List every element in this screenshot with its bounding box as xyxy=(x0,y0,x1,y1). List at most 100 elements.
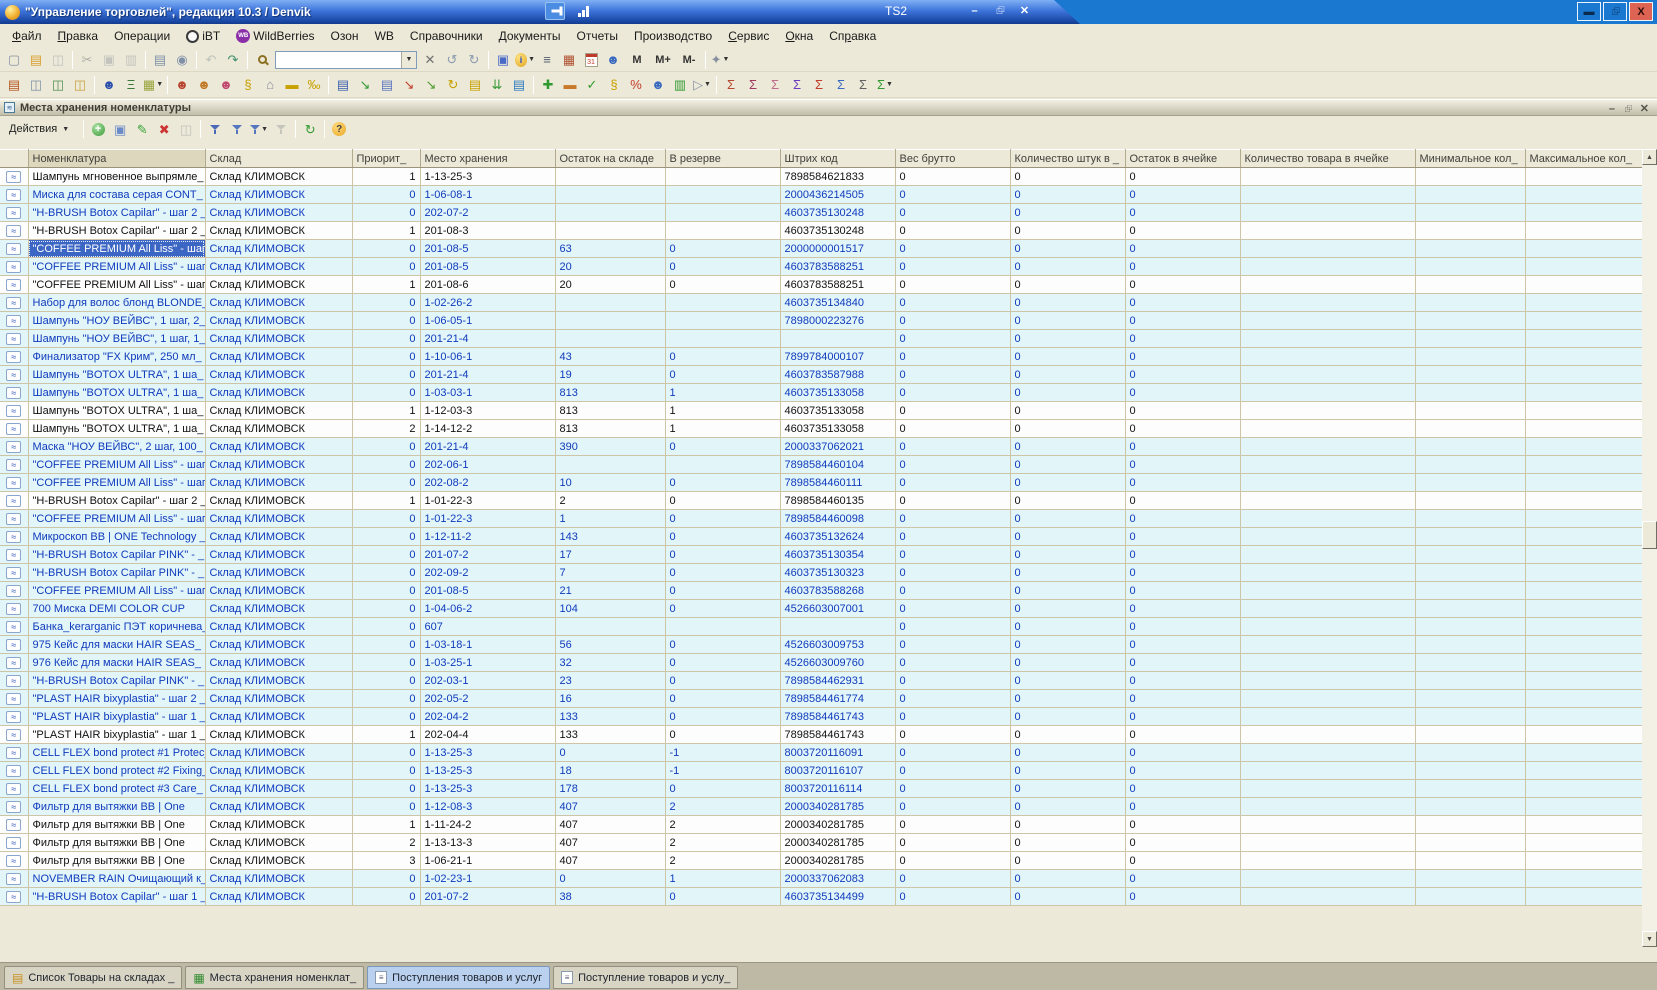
cell-reserve[interactable]: -1 xyxy=(665,744,780,762)
menu-item-wildberries[interactable]: WBWildBerries xyxy=(228,26,322,46)
cell-location[interactable]: 1-01-22-3 xyxy=(420,510,555,528)
cell-reserve[interactable]: 2 xyxy=(665,834,780,852)
cash-register-button[interactable]: ▦▼ xyxy=(142,75,164,95)
cell-reserve[interactable] xyxy=(665,294,780,312)
cell-cell_stock[interactable]: 0 xyxy=(1125,348,1240,366)
cell-name[interactable]: "H-BRUSH Botox Capilar PINK" - _ xyxy=(28,564,205,582)
cell-barcode[interactable] xyxy=(780,330,895,348)
cell-gross[interactable]: 0 xyxy=(895,510,1010,528)
cell-barcode[interactable]: 4603735130248 xyxy=(780,204,895,222)
cell-location[interactable]: 202-04-2 xyxy=(420,708,555,726)
coins-column-button[interactable]: § xyxy=(603,75,625,95)
report-sigma-8-button[interactable]: Σ▼ xyxy=(874,75,896,95)
table-row[interactable]: ≈Фильтр для вытяжки BB | OneСклад КЛИМОВ… xyxy=(0,852,1642,870)
cell-priority[interactable]: 0 xyxy=(352,690,420,708)
cell-barcode[interactable]: 4603735132624 xyxy=(780,528,895,546)
cell-barcode[interactable]: 7898584621833 xyxy=(780,168,895,186)
cell-stock[interactable]: 0 xyxy=(555,870,665,888)
cell-priority[interactable]: 0 xyxy=(352,528,420,546)
cell-max_qty[interactable] xyxy=(1525,492,1642,510)
calendar-button[interactable]: 31 xyxy=(580,50,602,70)
cell-pieces[interactable]: 0 xyxy=(1010,492,1125,510)
cell-pieces[interactable]: 0 xyxy=(1010,294,1125,312)
cell-priority[interactable]: 0 xyxy=(352,888,420,906)
edit-button[interactable]: ✎ xyxy=(131,119,153,139)
cell-max_qty[interactable] xyxy=(1525,780,1642,798)
cell-barcode[interactable]: 4603735133058 xyxy=(780,420,895,438)
cell-barcode[interactable]: 7898584462931 xyxy=(780,672,895,690)
kkm-report-button[interactable]: ◫ xyxy=(47,75,69,95)
cell-stock[interactable]: 133 xyxy=(555,726,665,744)
cell-max_qty[interactable] xyxy=(1525,402,1642,420)
cell-min_qty[interactable] xyxy=(1415,510,1525,528)
table-row[interactable]: ≈Банка_kerarganic ПЭТ коричнева_Склад КЛ… xyxy=(0,618,1642,636)
cell-cell_stock[interactable]: 0 xyxy=(1125,492,1240,510)
cell-location[interactable]: 1-14-12-2 xyxy=(420,420,555,438)
cell-name[interactable]: "COFFEE PREMIUM All Liss" - шаг_ xyxy=(28,456,205,474)
cell-reserve[interactable] xyxy=(665,204,780,222)
cell-pieces[interactable]: 0 xyxy=(1010,474,1125,492)
bank-button[interactable]: ⌂ xyxy=(259,75,281,95)
cell-priority[interactable]: 1 xyxy=(352,168,420,186)
column-header-pieces[interactable]: Количество штук в _ xyxy=(1010,150,1125,168)
cell-cell_stock[interactable]: 0 xyxy=(1125,438,1240,456)
cell-cell_qty[interactable] xyxy=(1240,438,1415,456)
open-file-button[interactable]: ▤ xyxy=(25,50,47,70)
cell-gross[interactable]: 0 xyxy=(895,240,1010,258)
cell-reserve[interactable]: 0 xyxy=(665,258,780,276)
cell-name[interactable]: "COFFEE PREMIUM All Liss" - шаг_ xyxy=(28,276,205,294)
cell-priority[interactable]: 0 xyxy=(352,654,420,672)
cell-location[interactable]: 1-06-08-1 xyxy=(420,186,555,204)
record-icon-cell[interactable]: ≈ xyxy=(0,384,28,402)
cell-gross[interactable]: 0 xyxy=(895,834,1010,852)
cell-location[interactable]: 201-08-6 xyxy=(420,276,555,294)
record-icon-cell[interactable]: ≈ xyxy=(0,528,28,546)
cell-name[interactable]: Фильтр для вытяжки BB | One xyxy=(28,852,205,870)
cell-location[interactable]: 1-06-21-1 xyxy=(420,852,555,870)
cell-name[interactable]: Шампунь "BOTOX ULTRA", 1 ша_ xyxy=(28,402,205,420)
table-row[interactable]: ≈Шампунь "BOTOX ULTRA", 1 ша_Склад КЛИМО… xyxy=(0,402,1642,420)
record-icon-cell[interactable]: ≈ xyxy=(0,366,28,384)
cell-barcode[interactable]: 7898584461743 xyxy=(780,726,895,744)
cell-gross[interactable]: 0 xyxy=(895,384,1010,402)
table-row[interactable]: ≈"COFFEE PREMIUM All Liss" - шаг_Склад К… xyxy=(0,456,1642,474)
cell-warehouse[interactable]: Склад КЛИМОВСК xyxy=(205,330,352,348)
cell-location[interactable]: 607 xyxy=(420,618,555,636)
cell-barcode[interactable]: 4526603007001 xyxy=(780,600,895,618)
cell-max_qty[interactable] xyxy=(1525,456,1642,474)
cell-cell_stock[interactable]: 0 xyxy=(1125,384,1240,402)
cell-gross[interactable]: 0 xyxy=(895,564,1010,582)
cell-barcode[interactable]: 2000337062083 xyxy=(780,870,895,888)
cell-location[interactable]: 201-08-5 xyxy=(420,258,555,276)
cell-cell_stock[interactable]: 0 xyxy=(1125,402,1240,420)
table-row[interactable]: ≈Шампунь мгновенное выпрямле_Склад КЛИМО… xyxy=(0,168,1642,186)
doc-percent-button[interactable]: % xyxy=(625,75,647,95)
cell-min_qty[interactable] xyxy=(1415,168,1525,186)
table-row[interactable]: ≈CELL FLEX bond protect #3 Care_Склад КЛ… xyxy=(0,780,1642,798)
cell-name[interactable]: Маска "НОУ ВЕЙВС", 2 шаг, 100_ xyxy=(28,438,205,456)
cell-cell_qty[interactable] xyxy=(1240,546,1415,564)
cell-warehouse[interactable]: Склад КЛИМОВСК xyxy=(205,798,352,816)
cell-stock[interactable]: 2 xyxy=(555,492,665,510)
cell-priority[interactable]: 1 xyxy=(352,222,420,240)
cell-min_qty[interactable] xyxy=(1415,240,1525,258)
record-icon-cell[interactable]: ≈ xyxy=(0,798,28,816)
tab-goods-receipts-list[interactable]: ≡Поступления товаров и услуг xyxy=(367,966,550,989)
cell-gross[interactable]: 0 xyxy=(895,618,1010,636)
cell-pieces[interactable]: 0 xyxy=(1010,204,1125,222)
cell-gross[interactable]: 0 xyxy=(895,420,1010,438)
invoice-person-button[interactable]: ☻ xyxy=(215,75,237,95)
cell-location[interactable]: 1-13-13-3 xyxy=(420,834,555,852)
cell-min_qty[interactable] xyxy=(1415,312,1525,330)
values-list-button[interactable]: ≡ xyxy=(536,50,558,70)
cell-reserve[interactable]: 1 xyxy=(665,420,780,438)
cell-gross[interactable]: 0 xyxy=(895,402,1010,420)
cell-pieces[interactable]: 0 xyxy=(1010,438,1125,456)
help-button[interactable]: ? xyxy=(328,119,350,139)
cell-priority[interactable]: 0 xyxy=(352,366,420,384)
cell-stock[interactable] xyxy=(555,222,665,240)
table-row[interactable]: ≈976 Кейс для маски HAIR SEAS_Склад КЛИМ… xyxy=(0,654,1642,672)
cell-pieces[interactable]: 0 xyxy=(1010,870,1125,888)
cell-warehouse[interactable]: Склад КЛИМОВСК xyxy=(205,726,352,744)
cell-name[interactable]: "H-BRUSH Botox Capilar PINK" - _ xyxy=(28,672,205,690)
